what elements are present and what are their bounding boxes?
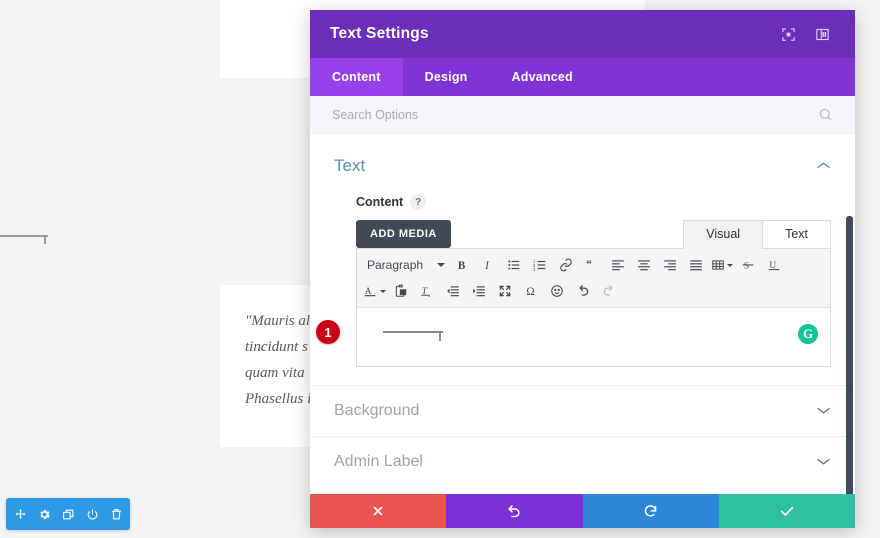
svg-text:B: B bbox=[458, 260, 466, 272]
move-module-button[interactable] bbox=[8, 502, 32, 526]
outdent-button[interactable] bbox=[440, 279, 466, 303]
paste-as-text-button[interactable]: T bbox=[388, 279, 414, 303]
screenshot-root: "Mauris al tincidunt s quam vita Phasell… bbox=[0, 0, 880, 538]
svg-text:S: S bbox=[744, 262, 749, 272]
module-action-bar[interactable] bbox=[6, 498, 130, 530]
tab-visual[interactable]: Visual bbox=[683, 220, 763, 249]
chevron-up-icon[interactable] bbox=[816, 157, 831, 175]
discard-changes-button[interactable] bbox=[310, 494, 447, 528]
paragraph-format-value: Paragraph bbox=[367, 258, 424, 272]
text-color-button[interactable]: A bbox=[361, 279, 388, 303]
align-justify-button[interactable] bbox=[683, 253, 709, 277]
modal-tab-bar: Content Design Advanced bbox=[310, 58, 855, 96]
section-admin-label-title: Admin Label bbox=[334, 453, 423, 470]
insert-table-button[interactable] bbox=[709, 253, 735, 277]
align-left-button[interactable] bbox=[605, 253, 631, 277]
text-section-header[interactable]: Text bbox=[334, 134, 831, 190]
chevron-down-icon bbox=[727, 263, 734, 267]
add-media-button[interactable]: ADD MEDIA bbox=[356, 220, 451, 248]
delete-module-button[interactable] bbox=[104, 502, 128, 526]
modal-body: Text Content ? ADD MEDIA Visual Text Par… bbox=[310, 134, 855, 494]
insert-link-button[interactable] bbox=[553, 253, 579, 277]
disable-module-button[interactable] bbox=[80, 502, 104, 526]
svg-text:T: T bbox=[402, 290, 405, 295]
editor-wrapper: ADD MEDIA Visual Text Paragraph B I 1 2 … bbox=[310, 220, 855, 367]
tinymce-editor: Paragraph B I 1 2 3 “ S U A T T x Ω G bbox=[356, 248, 831, 367]
duplicate-module-button[interactable] bbox=[56, 502, 80, 526]
editor-mode-tabs: Visual Text bbox=[683, 220, 831, 249]
distraction-free-button[interactable] bbox=[492, 279, 518, 303]
modal-footer bbox=[310, 494, 855, 528]
editor-toolbar-row-1: Paragraph B I 1 2 3 “ S U bbox=[361, 252, 826, 278]
tab-advanced[interactable]: Advanced bbox=[490, 58, 595, 96]
content-field-label-row: Content ? bbox=[334, 190, 831, 220]
modal-header: Text Settings bbox=[310, 10, 855, 58]
underline-button[interactable]: U bbox=[761, 253, 787, 277]
numbered-list-button[interactable]: 123 bbox=[527, 253, 553, 277]
horizontal-rule-block[interactable] bbox=[383, 328, 443, 341]
strikethrough-button[interactable]: S bbox=[735, 253, 761, 277]
redo-button[interactable] bbox=[582, 494, 719, 528]
content-field-label: Content bbox=[356, 195, 404, 209]
text-settings-modal: Text Settings Content Design Advanced Te… bbox=[310, 10, 855, 528]
editor-top-bar: ADD MEDIA Visual Text bbox=[356, 220, 831, 249]
chevron-down-icon[interactable] bbox=[816, 453, 831, 471]
modal-scrollbar-thumb[interactable] bbox=[846, 216, 853, 494]
special-character-button[interactable]: Ω bbox=[518, 279, 544, 303]
editor-toolbar-row-2: A T Tx Ω bbox=[361, 278, 826, 304]
editor-redo-button[interactable] bbox=[596, 279, 622, 303]
align-center-button[interactable] bbox=[631, 253, 657, 277]
modal-title: Text Settings bbox=[330, 25, 429, 42]
bold-button[interactable]: B bbox=[449, 253, 475, 277]
section-admin-label[interactable]: Admin Label bbox=[310, 436, 855, 487]
save-changes-button[interactable] bbox=[718, 494, 855, 528]
tab-design[interactable]: Design bbox=[403, 58, 490, 96]
svg-text:I: I bbox=[484, 260, 490, 272]
help-icon[interactable]: ? bbox=[410, 194, 427, 210]
section-background[interactable]: Background bbox=[310, 385, 855, 436]
collapsed-sections: Background Admin Label bbox=[310, 385, 855, 487]
section-background-title: Background bbox=[334, 402, 420, 419]
chevron-down-icon bbox=[380, 289, 386, 293]
editor-content-area[interactable]: G bbox=[357, 308, 830, 366]
editor-undo-button[interactable] bbox=[570, 279, 596, 303]
background-horizontal-rule bbox=[0, 232, 48, 244]
modal-layout-button[interactable] bbox=[809, 21, 835, 47]
blockquote-button[interactable]: “ bbox=[579, 253, 605, 277]
text-section-title: Text bbox=[334, 156, 366, 175]
svg-text:x: x bbox=[428, 293, 431, 298]
annotation-badge-1: 1 bbox=[316, 320, 340, 344]
tab-content[interactable]: Content bbox=[310, 58, 403, 96]
expand-modal-button[interactable] bbox=[775, 21, 801, 47]
module-settings-button[interactable] bbox=[32, 502, 56, 526]
svg-text:Ω: Ω bbox=[526, 286, 534, 298]
bullet-list-button[interactable] bbox=[501, 253, 527, 277]
search-options-bar bbox=[310, 96, 855, 134]
text-section: Text Content ? bbox=[310, 134, 855, 220]
align-right-button[interactable] bbox=[657, 253, 683, 277]
emoji-button[interactable] bbox=[544, 279, 570, 303]
chevron-down-icon[interactable] bbox=[816, 402, 831, 420]
undo-button[interactable] bbox=[446, 494, 583, 528]
grammarly-icon[interactable]: G bbox=[798, 324, 818, 344]
indent-button[interactable] bbox=[466, 279, 492, 303]
search-icon bbox=[818, 107, 833, 122]
editor-toolbar: Paragraph B I 1 2 3 “ S U A T T x Ω bbox=[357, 249, 830, 308]
tab-text[interactable]: Text bbox=[762, 220, 831, 249]
search-input[interactable] bbox=[332, 107, 818, 122]
modal-scrollbar-track[interactable] bbox=[846, 134, 854, 494]
paragraph-format-select[interactable]: Paragraph bbox=[361, 253, 449, 277]
italic-button[interactable]: I bbox=[475, 253, 501, 277]
chevron-down-icon bbox=[437, 263, 446, 267]
clear-formatting-button[interactable]: Tx bbox=[414, 279, 440, 303]
svg-text:3: 3 bbox=[533, 267, 536, 272]
svg-text:“: “ bbox=[586, 258, 592, 270]
